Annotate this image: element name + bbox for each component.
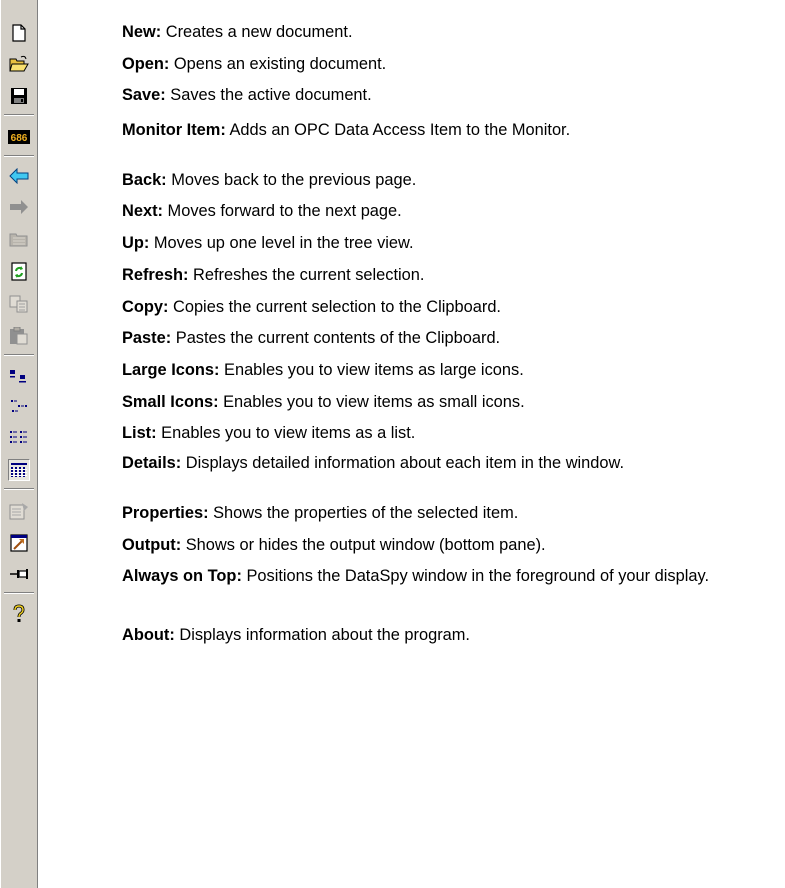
vertical-toolbar: 686 bbox=[0, 0, 38, 888]
large-icons-view-icon[interactable] bbox=[8, 365, 30, 387]
list-item-small-icons: Small Icons: Enables you to view items a… bbox=[122, 393, 525, 411]
up-folder-icon[interactable] bbox=[8, 228, 30, 250]
list-item-monitor-item: Monitor Item: Adds an OPC Data Access It… bbox=[122, 121, 571, 139]
properties-icon[interactable] bbox=[8, 500, 30, 522]
list-item-next: Next: Moves forward to the next page. bbox=[122, 202, 402, 220]
list-item-new: New: Creates a new document. bbox=[122, 23, 353, 41]
toolbar-separator bbox=[4, 114, 34, 116]
list-item-list: List: Enables you to view items as a lis… bbox=[122, 424, 416, 442]
always-on-top-pin-icon[interactable] bbox=[8, 563, 30, 585]
monitor-item-icon[interactable]: 686 bbox=[8, 126, 30, 148]
list-item-properties: Properties: Shows the properties of the … bbox=[122, 504, 519, 522]
list-view-icon[interactable] bbox=[8, 427, 30, 449]
output-window-icon[interactable] bbox=[8, 532, 30, 554]
save-disk-icon[interactable] bbox=[8, 85, 30, 107]
list-item-refresh: Refresh: Refreshes the current selection… bbox=[122, 266, 425, 284]
toolbar-separator bbox=[4, 155, 34, 157]
copy-icon[interactable] bbox=[8, 293, 30, 315]
list-item-large-icons: Large Icons: Enables you to view items a… bbox=[122, 361, 524, 379]
list-item-open: Open: Opens an existing document. bbox=[122, 55, 387, 73]
list-item-details: Details: Displays detailed information a… bbox=[122, 454, 625, 472]
new-document-icon[interactable] bbox=[8, 22, 30, 44]
open-folder-icon[interactable] bbox=[8, 53, 30, 75]
refresh-icon[interactable] bbox=[8, 260, 30, 282]
about-help-icon[interactable] bbox=[8, 603, 30, 625]
paste-icon[interactable] bbox=[8, 325, 30, 347]
toolbar-separator bbox=[4, 354, 34, 356]
back-arrow-icon[interactable] bbox=[8, 165, 30, 187]
toolbar-separator bbox=[4, 488, 34, 490]
list-item-back: Back: Moves back to the previous page. bbox=[122, 171, 417, 189]
list-item-save: Save: Saves the active document. bbox=[122, 86, 372, 104]
details-view-icon[interactable] bbox=[8, 459, 30, 481]
list-item-output: Output: Shows or hides the output window… bbox=[122, 536, 546, 554]
list-item-up: Up: Moves up one level in the tree view. bbox=[122, 234, 414, 252]
list-item-always-on-top: Always on Top: Positions the DataSpy win… bbox=[122, 567, 709, 585]
list-item-about: About: Displays information about the pr… bbox=[122, 626, 470, 644]
svg-text:686: 686 bbox=[11, 133, 28, 144]
list-item-copy: Copy: Copies the current selection to th… bbox=[122, 298, 501, 316]
toolbar-separator bbox=[4, 592, 34, 594]
list-item-paste: Paste: Pastes the current contents of th… bbox=[122, 329, 501, 347]
next-arrow-icon[interactable] bbox=[8, 196, 30, 218]
small-icons-view-icon[interactable] bbox=[8, 396, 30, 418]
